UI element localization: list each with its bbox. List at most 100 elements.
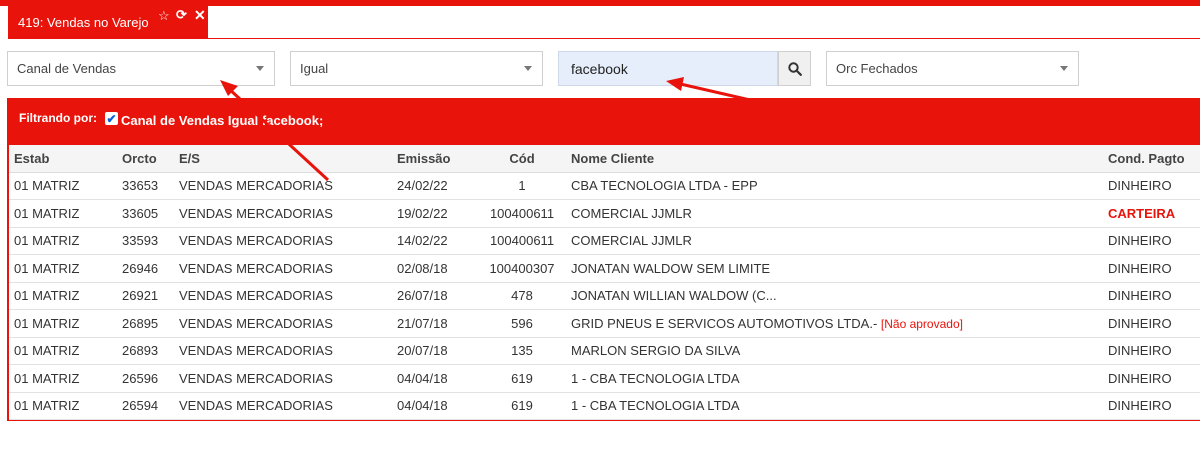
close-icon[interactable]: ✕ — [194, 8, 206, 22]
cell-emissao-text: 02/08/18 — [397, 260, 448, 276]
column-header-orcto[interactable]: Orcto — [122, 145, 179, 173]
cell-cond-pagto-text: DINHEIRO — [1108, 343, 1172, 359]
cell-cond-pagto-text: DINHEIRO — [1108, 315, 1172, 331]
cell-emissao: 24/02/22 — [397, 172, 479, 200]
cell-emissao-text: 24/02/22 — [397, 178, 448, 194]
cell-emissao-text: 21/07/18 — [397, 315, 448, 331]
cell-emissao-text: 14/02/22 — [397, 233, 448, 249]
cell-cliente: JONATAN WALDOW SEM LIMITE — [565, 254, 1108, 283]
cell-estab: 01 MATRIZ — [9, 254, 122, 283]
cell-cod: 135 — [479, 337, 565, 365]
cell-cod: 100400611 — [479, 199, 565, 228]
cell-orcto-text: 26893 — [122, 343, 159, 359]
table-row[interactable]: 01 MATRIZ 26596 VENDAS MERCADORIAS 04/04/18… — [9, 364, 1200, 393]
cell-estab-text: 01 MATRIZ — [14, 178, 80, 194]
table-row[interactable]: 01 MATRIZ 26893 VENDAS MERCADORIAS 20/07/18… — [9, 337, 1200, 365]
field-select[interactable]: Canal de Vendas — [7, 51, 275, 86]
cell-estab: 01 MATRIZ — [9, 227, 122, 255]
cell-estab-text: 01 MATRIZ — [14, 343, 80, 359]
table-row[interactable]: 01 MATRIZ 33605 VENDAS MERCADORIAS 19/02/22… — [9, 199, 1200, 228]
refresh-icon[interactable]: ⟳ — [176, 8, 187, 21]
cell-cod: 100400307 — [479, 254, 565, 283]
cell-cond-pagto-text: DINHEIRO — [1108, 288, 1172, 304]
cell-emissao: 19/02/22 — [397, 199, 479, 228]
column-header-cliente[interactable]: Nome Cliente — [565, 145, 1108, 173]
cell-cod: 478 — [479, 282, 565, 310]
cell-cliente: COMERCIAL JJMLR — [565, 227, 1108, 255]
cell-cod: 100400611 — [479, 227, 565, 255]
cell-orcto-text: 33653 — [122, 178, 159, 194]
cell-cliente: MARLON SERGIO DA SILVA — [565, 337, 1108, 365]
cell-es-text: VENDAS MERCADORIAS — [179, 315, 333, 331]
cell-cliente-text: JONATAN WALDOW SEM LIMITE — [571, 260, 771, 276]
search-icon — [787, 61, 802, 76]
cell-orcto-text: 26946 — [122, 260, 159, 276]
cell-emissao-text: 26/07/18 — [397, 288, 448, 304]
cell-cliente-text: CBA TECNOLOGIA LTDA - EPP — [571, 178, 758, 194]
cell-estab: 01 MATRIZ — [9, 364, 122, 393]
column-header-cod[interactable]: Cód — [479, 145, 565, 173]
star-icon[interactable]: ☆ — [158, 9, 170, 22]
tab-divider — [8, 38, 1200, 39]
cell-emissao-text: 04/04/18 — [397, 398, 448, 414]
cell-orcto-text: 26594 — [122, 398, 159, 414]
cell-es-text: VENDAS MERCADORIAS — [179, 288, 333, 304]
cell-cod: 1 — [479, 172, 565, 200]
cell-emissao: 04/04/18 — [397, 364, 479, 393]
cell-es: VENDAS MERCADORIAS — [179, 364, 397, 393]
cell-orcto-text: 26596 — [122, 370, 159, 386]
cell-emissao: 21/07/18 — [397, 309, 479, 338]
cell-orcto-text: 33605 — [122, 205, 159, 221]
table-row[interactable]: 01 MATRIZ 33653 VENDAS MERCADORIAS 24/02/22… — [9, 172, 1200, 200]
cell-es: VENDAS MERCADORIAS — [179, 254, 397, 283]
cell-cond-pagto-text: DINHEIRO — [1108, 233, 1172, 249]
cell-es-text: VENDAS MERCADORIAS — [179, 398, 333, 414]
chevron-down-icon — [1060, 66, 1068, 71]
check-icon: ✔ — [106, 111, 117, 126]
search-input[interactable]: facebook — [558, 51, 778, 86]
column-header-cond-pagto[interactable]: Cond. Pagto — [1108, 145, 1200, 173]
cell-es: VENDAS MERCADORIAS — [179, 282, 397, 310]
cell-cod: 619 — [479, 392, 565, 420]
filter-checkbox[interactable]: ✔ — [105, 112, 118, 125]
cell-cond-pagto-text: DINHEIRO — [1108, 370, 1172, 386]
cell-emissao: 26/07/18 — [397, 282, 479, 310]
cell-cliente-text: JONATAN WILLIAN WALDOW (C... — [571, 288, 777, 304]
cell-cond-pagto: DINHEIRO — [1108, 309, 1200, 338]
cell-cliente: CBA TECNOLOGIA LTDA - EPP — [565, 172, 1108, 200]
cell-estab: 01 MATRIZ — [9, 392, 122, 420]
cell-cliente: JONATAN WILLIAN WALDOW (C... — [565, 282, 1108, 310]
column-header-estab[interactable]: Estab — [9, 145, 122, 173]
tab-vendas-no-varejo[interactable]: 419: Vendas no Varejo ☆ ⟳ ✕ — [8, 6, 208, 38]
cell-es-text: VENDAS MERCADORIAS — [179, 370, 333, 386]
results-panel: Filtrando por: ✔ Canal de Vendas Igual f… — [7, 98, 1200, 421]
cell-cod-text: 478 — [511, 288, 533, 304]
status-badge: [Não aprovado] — [880, 316, 963, 331]
cell-cond-pagto-text: CARTEIRA — [1108, 205, 1176, 221]
table-row[interactable]: 01 MATRIZ 26921 VENDAS MERCADORIAS 26/07/18… — [9, 282, 1200, 310]
cell-es: VENDAS MERCADORIAS — [179, 172, 397, 200]
cell-cod: 619 — [479, 364, 565, 393]
cell-cond-pagto-text: DINHEIRO — [1108, 260, 1172, 276]
status-select[interactable]: Orc Fechados — [826, 51, 1079, 86]
column-header-emissao[interactable]: Emissão — [397, 145, 479, 173]
column-header-es[interactable]: E/S — [179, 145, 397, 173]
cell-orcto: 33653 — [122, 172, 179, 200]
operator-select-value: Igual — [300, 61, 329, 76]
cell-es-text: VENDAS MERCADORIAS — [179, 343, 333, 359]
table-row[interactable]: 01 MATRIZ 26946 VENDAS MERCADORIAS 02/08/18… — [9, 254, 1200, 283]
cell-orcto: 33593 — [122, 227, 179, 255]
filter-label: Filtrando por: — [19, 111, 97, 125]
cell-orcto-text: 26921 — [122, 288, 159, 304]
operator-select[interactable]: Igual — [290, 51, 543, 86]
cell-es-text: VENDAS MERCADORIAS — [179, 233, 333, 249]
cell-cliente-text: COMERCIAL JJMLR — [571, 233, 692, 249]
search-button[interactable] — [778, 51, 811, 86]
table-row[interactable]: 01 MATRIZ 26594 VENDAS MERCADORIAS 04/04/18… — [9, 392, 1200, 420]
cell-cliente-text: 1 - CBA TECNOLOGIA LTDA — [571, 398, 740, 414]
table-row[interactable]: 01 MATRIZ 26895 VENDAS MERCADORIAS 21/07/18… — [9, 309, 1200, 338]
cell-orcto: 26946 — [122, 254, 179, 283]
cell-cod-text: 135 — [511, 343, 533, 359]
table-row[interactable]: 01 MATRIZ 33593 VENDAS MERCADORIAS 14/02/22… — [9, 227, 1200, 255]
cell-orcto: 26895 — [122, 309, 179, 338]
